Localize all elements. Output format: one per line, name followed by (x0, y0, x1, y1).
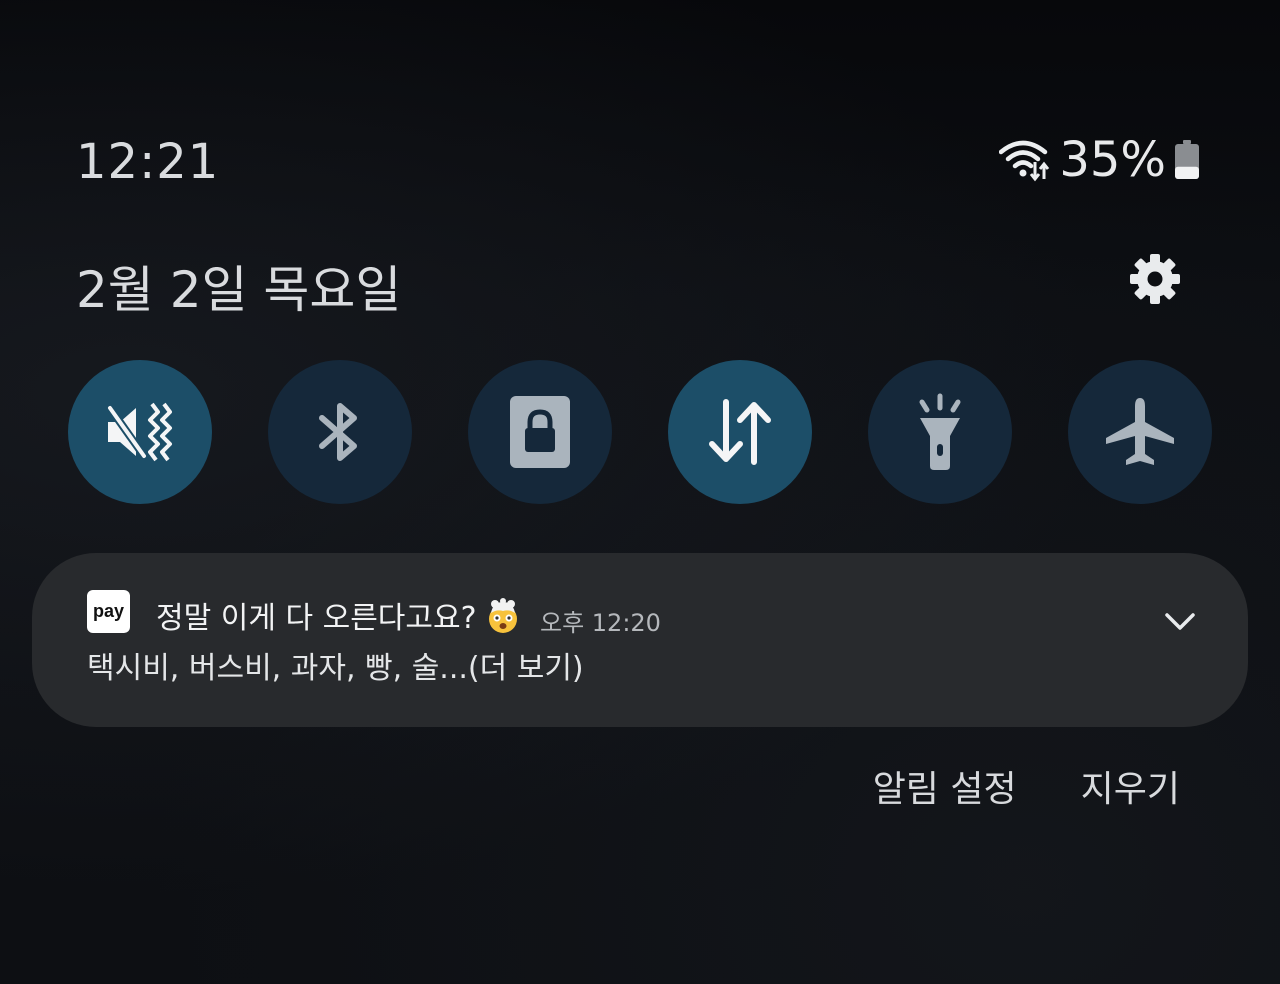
wifi-icon (999, 140, 1050, 182)
mute-vibrate-icon (106, 402, 172, 462)
tile-bluetooth[interactable] (268, 360, 412, 504)
battery-percent: 35% (1059, 132, 1166, 188)
airplane-icon (1106, 398, 1174, 465)
gear-icon[interactable] (1128, 252, 1182, 306)
notification-card[interactable]: pay 정말 이게 다 오른다고요? 오후 12:20 택시비, 버스비, 과자… (32, 553, 1248, 727)
notification-title-text: 정말 이게 다 오른다고요? (156, 601, 477, 636)
status-clock: 12:21 (76, 134, 220, 190)
tile-mute-vibrate[interactable] (68, 360, 212, 504)
date-row: 2월 2일 목요일 (0, 246, 1280, 319)
tile-mobile-data[interactable] (668, 360, 812, 504)
notification-title: 정말 이게 다 오른다고요? (156, 593, 521, 637)
tile-airplane-mode[interactable] (1068, 360, 1212, 504)
data-arrows-icon (709, 399, 771, 465)
tile-screen-lock[interactable] (468, 360, 612, 504)
lock-screen-icon (510, 396, 570, 468)
notification-actions: 알림 설정 지우기 (873, 760, 1180, 812)
clear-button[interactable]: 지우기 (1081, 760, 1180, 812)
battery-icon (1175, 140, 1199, 179)
status-bar: 12:21 35% (0, 130, 1280, 194)
notification-time: 오후 12:20 (540, 609, 661, 637)
flashlight-icon (919, 393, 961, 470)
notification-body: 택시비, 버스비, 과자, 빵, 술...(더 보기) (87, 651, 584, 686)
status-icons: 35% (999, 130, 1200, 190)
tile-flashlight[interactable] (868, 360, 1012, 504)
date-label: 2월 2일 목요일 (76, 261, 402, 319)
chevron-down-icon[interactable] (1162, 603, 1198, 639)
bluetooth-icon (319, 403, 357, 461)
pay-app-icon: pay (87, 590, 130, 633)
exploding-head-emoji (488, 598, 517, 633)
quick-settings-tiles (68, 360, 1218, 504)
notification-settings-button[interactable]: 알림 설정 (873, 760, 1017, 812)
